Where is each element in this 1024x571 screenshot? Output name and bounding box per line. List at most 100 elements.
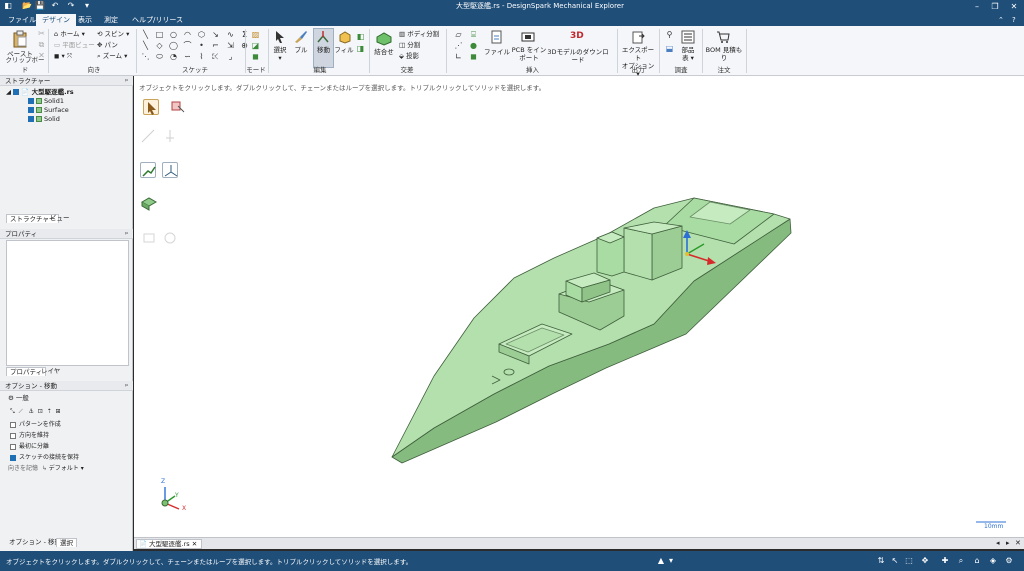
parts-list-icon[interactable] [681, 30, 695, 44]
box-icon[interactable]: ◼ [469, 52, 478, 61]
orientation-dropdown[interactable]: デフォルト ▾ [49, 465, 84, 472]
view-cube-button[interactable]: ◼ ▾ ⤧ [54, 52, 72, 61]
3d-mode-icon[interactable]: ◼ [251, 52, 260, 61]
document-tab[interactable]: 📄 大型駆逐艦.rs ✕ [136, 539, 203, 549]
pull-button[interactable]: プル [290, 46, 312, 54]
split-curve-icon[interactable]: ⤪ [211, 52, 220, 61]
display-style-icon[interactable]: ◈ [988, 556, 998, 566]
ruler-dimension-icon[interactable]: ⊞ [55, 408, 60, 415]
select-button[interactable]: 選択 ▾ [270, 46, 290, 62]
move-view-icon[interactable]: ✥ [920, 556, 930, 566]
export-icon[interactable] [631, 30, 645, 44]
ruler-icon[interactable]: ⟋ [19, 408, 23, 415]
paste-icon[interactable] [12, 30, 28, 48]
snap-icon[interactable]: ⇅ [876, 556, 886, 566]
spline-icon[interactable]: ∽ [183, 52, 192, 61]
move-icon[interactable] [316, 30, 330, 44]
split-body-button[interactable]: ▥ ボディ分割 [399, 30, 439, 39]
tangent-line-icon[interactable]: ╲ [141, 41, 150, 50]
bom-quote-button[interactable]: BOM 見積もり [704, 46, 744, 62]
select-mode-dropdown-icon[interactable]: ▾ [666, 556, 676, 566]
visibility-checkbox[interactable] [28, 98, 34, 104]
split-button[interactable]: ◫ 分割 [399, 41, 420, 50]
option-maintain-orientation[interactable]: 方向を維持 [10, 432, 49, 440]
save-icon[interactable]: 💾 [35, 1, 45, 11]
construction-line-icon[interactable]: ⋱ [141, 52, 150, 61]
sel-arrow-icon[interactable]: ↖ [890, 556, 900, 566]
option-detach-first[interactable]: 最初に分離 [10, 443, 49, 451]
settings-icon[interactable]: ⚙ [1004, 556, 1014, 566]
checkbox[interactable] [10, 443, 16, 450]
arc-icon[interactable]: ◠ [183, 30, 192, 39]
parts-list-button[interactable]: 部品表 ▾ [676, 46, 700, 62]
close-tab-icon[interactable]: ✕ [192, 540, 197, 548]
checkbox-checked[interactable] [10, 454, 16, 461]
redo-icon[interactable]: ↷ [66, 1, 76, 11]
trim-icon[interactable]: ↘ [211, 30, 220, 39]
offset-face-icon[interactable]: ◨ [356, 44, 365, 53]
restore-button[interactable]: ❐ [986, 0, 1004, 13]
help-icon[interactable]: ? [1006, 14, 1022, 26]
pcb-import-button[interactable]: PCB をイン ポート [510, 46, 548, 62]
polygon-icon[interactable]: ⬡ [197, 30, 206, 39]
open-icon[interactable]: 📂 [22, 1, 32, 11]
box-select-icon[interactable]: ⬚ [904, 556, 914, 566]
zoom-view-icon[interactable]: ⌕ [956, 556, 966, 566]
tab-measure[interactable]: 測定 [98, 14, 124, 26]
tab-scroll-right-icon[interactable]: ▸ [1006, 539, 1010, 547]
zoom-button[interactable]: ⌕ ズーム ▾ [97, 52, 127, 61]
option-create-pattern[interactable]: パターンを作成 [10, 421, 61, 429]
section-mode-icon[interactable]: ◪ [251, 41, 260, 50]
combine-icon[interactable] [376, 32, 392, 46]
checkbox[interactable] [10, 421, 16, 428]
checkbox[interactable] [10, 432, 16, 439]
fill-button[interactable]: フィル [334, 46, 354, 54]
pull-icon[interactable] [294, 30, 308, 44]
pan-view-icon[interactable]: ✚ [940, 556, 950, 566]
3d-viewport[interactable]: オブジェクトをクリックします。ダブルクリックして、チェーンまたはループを選択しま… [134, 76, 1024, 537]
tab-selection[interactable]: 選択 [56, 538, 77, 547]
visibility-checkbox[interactable] [28, 107, 34, 113]
tree-item-solid1[interactable]: Solid1 [28, 97, 64, 105]
cylinder-icon[interactable]: ⌸ [469, 30, 478, 39]
home-button[interactable]: ⌂ ホーム ▾ [54, 30, 85, 39]
corner-icon[interactable]: ⌟ [226, 52, 235, 61]
close-button[interactable]: ✕ [1005, 0, 1023, 13]
bend-icon[interactable]: ⌇ [197, 52, 206, 61]
circle-icon[interactable]: ○ [169, 30, 178, 39]
pan-button[interactable]: ✥ パン [97, 41, 118, 50]
insert-file-icon[interactable] [490, 30, 504, 44]
tab-design[interactable]: デザイン [36, 14, 76, 26]
origin-icon[interactable]: ∟ [454, 52, 463, 61]
cart-icon[interactable] [716, 30, 730, 44]
undo-icon[interactable]: ↶ [50, 1, 60, 11]
fillet-icon[interactable]: ⌐ [211, 41, 220, 50]
tab-layers[interactable]: レイヤ [38, 367, 63, 376]
tab-scroll-left-icon[interactable]: ◂ [996, 539, 1000, 547]
select-icon[interactable] [274, 30, 286, 44]
point-icon[interactable]: • [197, 41, 206, 50]
sketch-mode-icon[interactable]: ▨ [251, 30, 260, 39]
tree-item-solid[interactable]: Solid [28, 115, 60, 123]
pivot-icon[interactable]: ⊡ [38, 408, 43, 415]
three-point-rectangle-icon[interactable]: ◇ [155, 41, 164, 50]
spin-button[interactable]: ⟲ スピン ▾ [97, 30, 129, 39]
visibility-checkbox[interactable] [13, 89, 20, 95]
anchor-icon[interactable]: ⚓ [29, 408, 34, 415]
sphere-icon[interactable]: ● [469, 41, 478, 50]
tab-help[interactable]: ヘルプ/リリース [126, 14, 189, 26]
three-point-circle-icon[interactable]: ◯ [169, 41, 178, 50]
tab-close-icon[interactable]: ✕ [1015, 539, 1021, 547]
move-direction-icon[interactable]: ⤡ [10, 408, 15, 415]
three-point-arc-icon[interactable]: ⌒ [183, 41, 192, 50]
shell-icon[interactable]: ◧ [356, 32, 365, 41]
axis-icon[interactable]: ⋰ [454, 41, 463, 50]
option-maintain-sketch-connectivity[interactable]: スケッチの接続を保持 [10, 454, 79, 462]
cut-icon[interactable]: ✂ [37, 29, 46, 38]
plane-icon[interactable]: ▱ [454, 30, 463, 39]
offset-icon[interactable]: ∿ [226, 30, 235, 39]
combine-button[interactable]: 結合せ [372, 48, 396, 56]
ellipse-icon[interactable]: ⬭ [155, 52, 164, 61]
extend-icon[interactable]: ⇲ [226, 41, 235, 50]
minimize-button[interactable]: – [968, 0, 986, 13]
